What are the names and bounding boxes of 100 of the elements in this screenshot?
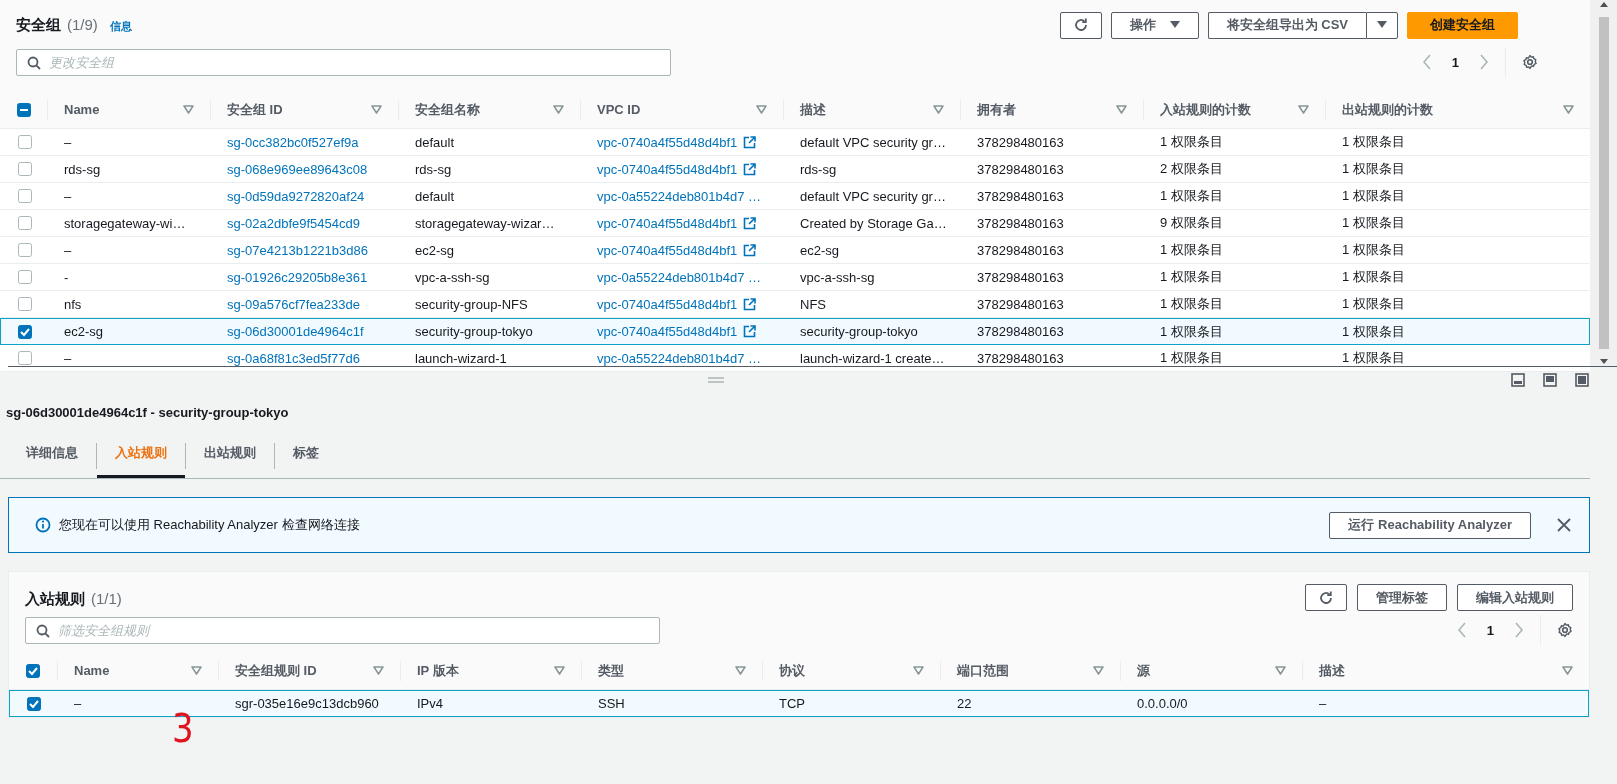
page-number[interactable]: 1: [1486, 622, 1494, 638]
external-link-icon[interactable]: [743, 216, 757, 230]
info-link[interactable]: 信息: [109, 18, 132, 34]
security-group-link[interactable]: sg-02a2dbfe9f5454cd9: [227, 215, 360, 231]
checkbox[interactable]: [17, 324, 32, 339]
column-header[interactable]: VPC ID: [597, 102, 641, 117]
vpc-link[interactable]: vpc-0740a4f55d48d4bf1: [597, 324, 738, 339]
table-row[interactable]: – sg-0a68f81c3ed5f77d6 launch-wizard-1 vpc-0a55224deb801b4d7 … launch-wizard-1 create… 378298480163 1 权限条目 1 权限条目: [0, 345, 1590, 372]
checkbox[interactable]: [17, 216, 32, 230]
column-header[interactable]: 入站规则的计数: [1160, 100, 1251, 119]
checkbox[interactable]: [17, 351, 32, 365]
column-header[interactable]: 源: [1137, 661, 1150, 680]
sort-icon[interactable]: [183, 105, 194, 114]
column-header[interactable]: 端口范围: [957, 661, 1009, 680]
tab[interactable]: 详细信息: [8, 434, 96, 478]
external-link-icon[interactable]: [743, 243, 757, 257]
external-link-icon[interactable]: [743, 325, 757, 338]
sort-icon[interactable]: [191, 666, 202, 675]
column-header[interactable]: 拥有者: [977, 100, 1016, 119]
bottom-panel-icon[interactable]: [1511, 373, 1525, 387]
run-analyzer-button[interactable]: 运行 Reachability Analyzer: [1329, 511, 1531, 539]
security-group-link[interactable]: sg-068e969ee89643c08: [227, 161, 368, 177]
column-header[interactable]: 协议: [779, 661, 805, 680]
security-group-link[interactable]: sg-0a68f81c3ed5f77d6: [227, 350, 360, 366]
refresh-button[interactable]: [1059, 11, 1102, 39]
table-row[interactable]: nfs sg-09a576cf7fea233de security-group-NFS vpc-0740a4f55d48d4bf1 NFS 378298480163 1 权限条目 1 权限条目: [0, 291, 1590, 318]
security-group-link[interactable]: sg-06d30001de4964c1f: [227, 324, 364, 339]
vpc-link[interactable]: vpc-0740a4f55d48d4bf1: [597, 242, 738, 258]
sort-icon[interactable]: [933, 105, 944, 114]
security-group-link[interactable]: sg-01926c29205b8e361: [227, 269, 368, 285]
create-button[interactable]: 创建安全组: [1407, 11, 1518, 39]
checkbox[interactable]: [17, 270, 32, 284]
security-group-link[interactable]: sg-0d59da9272820af24: [227, 188, 365, 204]
export-button[interactable]: 将安全组导出为 CSV: [1207, 11, 1366, 39]
sort-icon[interactable]: [913, 666, 924, 675]
sort-icon[interactable]: [1116, 105, 1127, 114]
search-field[interactable]: 更改安全组: [16, 48, 671, 76]
column-header[interactable]: 描述: [800, 100, 826, 119]
side-panel-icon[interactable]: [1543, 373, 1557, 387]
next-page-icon[interactable]: [1479, 54, 1489, 70]
external-link-icon[interactable]: [743, 297, 757, 311]
previous-page-icon[interactable]: [1456, 622, 1467, 638]
toolbar-button[interactable]: 管理标签: [1357, 584, 1447, 611]
sort-icon[interactable]: [553, 105, 564, 114]
security-group-link[interactable]: sg-0cc382bc0f527ef9a: [227, 134, 359, 150]
export-dropdown-button[interactable]: [1366, 11, 1398, 39]
checkbox[interactable]: [17, 297, 32, 311]
column-header[interactable]: 描述: [1319, 661, 1345, 680]
external-link-icon[interactable]: [743, 162, 757, 176]
sort-icon[interactable]: [371, 105, 382, 114]
column-header[interactable]: 安全组 ID: [227, 100, 283, 119]
sort-icon[interactable]: [373, 666, 384, 675]
vpc-link[interactable]: vpc-0740a4f55d48d4bf1: [597, 215, 738, 231]
column-header[interactable]: 出站规则的计数: [1342, 100, 1433, 119]
security-group-link[interactable]: sg-07e4213b1221b3d86: [227, 242, 368, 258]
vpc-link[interactable]: vpc-0740a4f55d48d4bf1: [597, 296, 738, 312]
checkbox[interactable]: [26, 663, 40, 678]
checkbox[interactable]: [17, 162, 32, 176]
toolbar-button[interactable]: 编辑入站规则: [1457, 584, 1573, 611]
sort-icon[interactable]: [1093, 666, 1104, 675]
checkbox[interactable]: [16, 102, 31, 117]
table-row[interactable]: rds-sg sg-068e969ee89643c08 rds-sg vpc-0740a4f55d48d4bf1 rds-sg 378298480163 2 权限条目 1 权限条目: [0, 156, 1590, 183]
external-link-icon[interactable]: [743, 135, 757, 149]
checkbox[interactable]: [17, 189, 32, 203]
vpc-link[interactable]: vpc-0a55224deb801b4d7 …: [597, 188, 762, 204]
column-header[interactable]: 类型: [598, 661, 624, 680]
scrollbar[interactable]: [1590, 0, 1617, 366]
sort-icon[interactable]: [1563, 105, 1574, 114]
security-group-link[interactable]: sg-09a576cf7fea233de: [227, 296, 360, 312]
table-row[interactable]: ec2-sg sg-06d30001de4964c1f security-group-tokyo vpc-0740a4f55d48d4bf1 security-group-tokyo 378298480163 1 权限条目 1 权限条目: [0, 318, 1590, 345]
table-row[interactable]: storagegateway-wi… sg-02a2dbfe9f5454cd9 storagegateway-wizar… vpc-0740a4f55d48d4bf1 Created by Storage Ga… 378298480163 9 权限条目 1 权限条目: [0, 210, 1590, 237]
table-row[interactable]: – sg-07e4213b1221b3d86 ec2-sg vpc-0740a4f55d48d4bf1 ec2-sg 378298480163 1 权限条目 1 权限条目: [0, 237, 1590, 264]
refresh-button[interactable]: [1305, 584, 1347, 611]
full-panel-icon[interactable]: [1575, 373, 1589, 387]
settings-icon[interactable]: [1557, 622, 1573, 638]
checkbox[interactable]: [27, 696, 41, 711]
vpc-link[interactable]: vpc-0a55224deb801b4d7 …: [597, 269, 762, 285]
vpc-link[interactable]: vpc-0a55224deb801b4d7 …: [597, 350, 762, 366]
close-icon[interactable]: [1557, 518, 1571, 532]
next-page-icon[interactable]: [1514, 622, 1524, 638]
vpc-link[interactable]: vpc-0740a4f55d48d4bf1: [597, 134, 738, 150]
actions-dropdown[interactable]: 操作: [1110, 11, 1199, 39]
checkbox[interactable]: [17, 243, 32, 257]
tab[interactable]: 标签: [275, 434, 337, 478]
table-row[interactable]: – sg-0d59da9272820af24 default vpc-0a55224deb801b4d7 … default VPC security gr… 378298480163 1 权限条目 1 权限条目: [0, 183, 1590, 210]
sort-icon[interactable]: [554, 666, 565, 675]
column-header[interactable]: Name: [74, 663, 110, 678]
sort-icon[interactable]: [756, 105, 767, 114]
table-row[interactable]: – sg-0cc382bc0f527ef9a default vpc-0740a4f55d48d4bf1 default VPC security gr… 378298480163 1 权限条目 1 权限条目: [0, 129, 1590, 156]
column-header[interactable]: 安全组规则 ID: [235, 661, 317, 680]
column-header[interactable]: 安全组名称: [415, 100, 480, 119]
sort-icon[interactable]: [1298, 105, 1309, 114]
resize-handle-icon[interactable]: [708, 377, 724, 383]
vpc-link[interactable]: vpc-0740a4f55d48d4bf1: [597, 161, 738, 177]
sort-icon[interactable]: [735, 666, 746, 675]
tab[interactable]: 出站规则: [186, 434, 274, 478]
column-header[interactable]: IP 版本: [417, 661, 459, 680]
sort-icon[interactable]: [1562, 666, 1573, 675]
column-header[interactable]: Name: [64, 102, 100, 117]
page-number[interactable]: 1: [1451, 54, 1459, 70]
